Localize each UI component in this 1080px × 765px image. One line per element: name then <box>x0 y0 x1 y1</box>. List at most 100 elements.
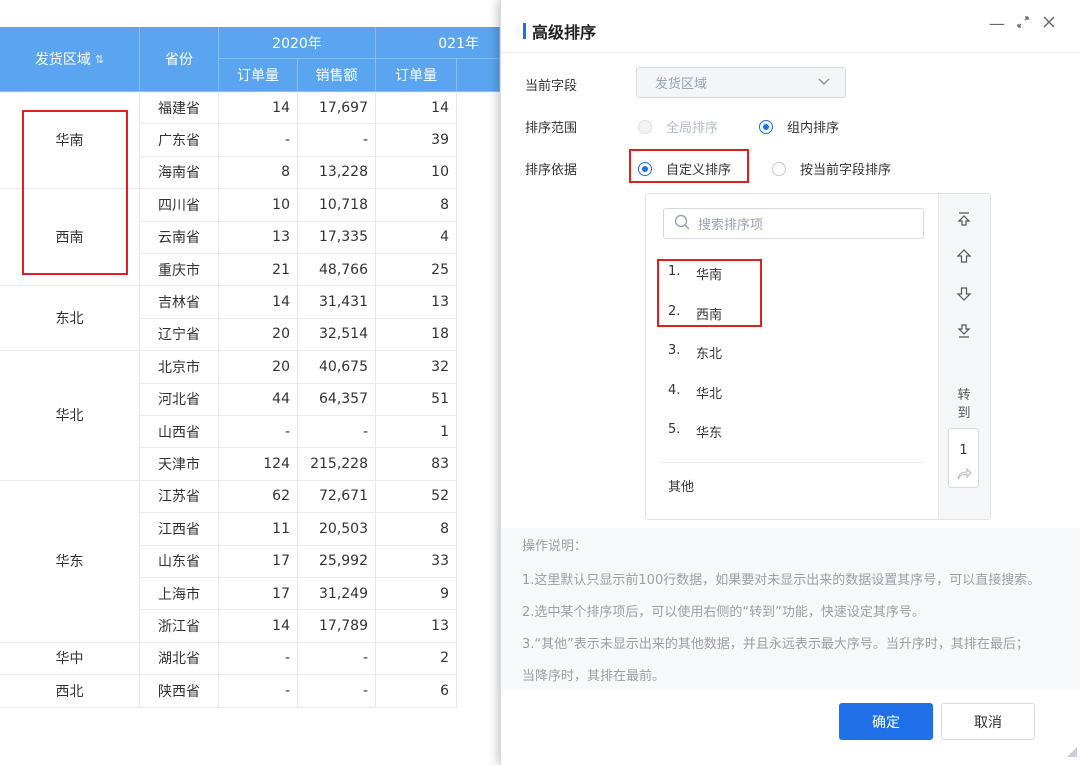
cell-orders: 21 <box>219 254 298 287</box>
cell-region: 华中 <box>0 642 140 676</box>
cell-province: 天津市 <box>140 448 219 481</box>
cell-orders: 13 <box>219 221 298 254</box>
move-bottom-icon[interactable] <box>953 320 975 342</box>
cell-sales: 31,249 <box>298 578 376 611</box>
cell-orders: 17 <box>219 545 298 578</box>
cell-orders-2021: 52 <box>376 480 457 514</box>
help-line-3: 3.“其他”表示未显示出来的其他数据，并且永远表示最大序号。当升序时，其排在最后… <box>522 637 1029 652</box>
radio-group-sort[interactable]: 组内排序 <box>759 117 839 136</box>
header-year-2020[interactable]: 2020年 <box>219 27 376 59</box>
goto-input[interactable]: 1 <box>948 428 979 488</box>
cell-sales: 48,766 <box>298 254 376 287</box>
cell-province: 江苏省 <box>140 480 219 514</box>
radio-global-label: 全局排序 <box>666 121 719 136</box>
sort-item[interactable]: 5. 华东 <box>668 422 722 441</box>
cell-orders: 14 <box>219 92 298 125</box>
header-orders-2021[interactable]: 订单量 <box>376 59 457 92</box>
goto-arrow-icon[interactable] <box>956 467 972 485</box>
sort-item[interactable]: 3. 东北 <box>668 343 722 362</box>
help-line-4: 当降序时，其排在最前。 <box>522 669 666 684</box>
help-line-1: 1.这里默认只显示前100行数据，如果要对未显示出来的数据设置其序号，可以直接搜… <box>522 573 1041 588</box>
move-up-icon[interactable] <box>953 245 975 267</box>
header-orders[interactable]: 订单量 <box>219 59 298 92</box>
cell-region: 西北 <box>0 675 140 708</box>
cell-orders: 17 <box>219 578 298 611</box>
cell-sales: 10,718 <box>298 189 376 222</box>
cancel-button[interactable]: 取消 <box>941 703 1035 740</box>
maximize-icon[interactable] <box>1015 14 1031 33</box>
cell-orders: 11 <box>219 513 298 546</box>
cell-orders-2021: 1 <box>376 416 457 449</box>
cell-province: 山西省 <box>140 416 219 449</box>
cell-orders: 62 <box>219 480 298 514</box>
cell-sales: 31,431 <box>298 286 376 319</box>
help-title: 操作说明： <box>522 539 588 554</box>
radio-checked-icon <box>759 119 773 134</box>
cell-province: 广东省 <box>140 124 219 157</box>
highlight-region-box <box>22 110 128 275</box>
cell-orders: 44 <box>219 383 298 416</box>
dialog-title-text: 高级排序 <box>532 23 597 42</box>
sort-items-panel: 搜索排序项 1. 华南 2. 西南 3. 东北 4. 华北 5. 华东 其他 转到 1 <box>645 193 991 520</box>
minimize-icon[interactable]: — <box>989 14 1005 33</box>
cell-province: 浙江省 <box>140 610 219 643</box>
basis-label: 排序依据 <box>525 163 578 178</box>
cell-orders-2021: 10 <box>376 156 457 190</box>
sort-item-label: 华北 <box>696 386 723 402</box>
sort-item-index: 5. <box>668 422 681 437</box>
cell-orders: 8 <box>219 156 298 190</box>
radio-global-sort[interactable]: 全局排序 <box>638 117 718 136</box>
search-input[interactable]: 搜索排序项 <box>663 208 924 239</box>
cell-province: 山东省 <box>140 545 219 578</box>
header-sales[interactable]: 销售额 <box>298 59 376 92</box>
radio-field-sort[interactable]: 按当前字段排序 <box>772 159 891 178</box>
dialog-title: 高级排序 <box>523 19 596 43</box>
cell-sales: 32,514 <box>298 318 376 352</box>
current-field-value: 发货区域 <box>655 77 708 92</box>
table-top-strip <box>0 0 500 27</box>
cell-orders-2021: 13 <box>376 286 457 319</box>
sort-item-other[interactable]: 其他 <box>668 476 694 495</box>
help-line-2: 2.选中某个排序项后，可以使用右侧的“转到”功能，快速设定其序号。 <box>522 605 925 620</box>
cell-orders-2021: 51 <box>376 383 457 416</box>
radio-icon <box>638 119 652 134</box>
resize-handle-icon[interactable] <box>1067 745 1077 761</box>
cell-province: 上海市 <box>140 578 219 611</box>
pivot-table: 发货区域 ⇅ 省份 2020年 021年 订单量 销售额 订单量 福建省 14 17… <box>0 0 500 765</box>
cell-sales: 17,335 <box>298 221 376 254</box>
cell-sales: 64,357 <box>298 383 376 416</box>
move-down-icon[interactable] <box>953 283 975 305</box>
cell-sales: 25,992 <box>298 545 376 578</box>
cell-orders-2021: 6 <box>376 675 457 708</box>
cell-province: 湖北省 <box>140 642 219 676</box>
highlight-items-box <box>657 259 762 327</box>
cell-orders-2021: 18 <box>376 318 457 352</box>
cell-orders-2021: 13 <box>376 610 457 643</box>
cell-province: 重庆市 <box>140 254 219 287</box>
cell-orders: 20 <box>219 351 298 384</box>
advanced-sort-dialog: 高级排序 — 当前字段 发货区域 排序范围 全局排序 组内排序 排序依据 自定义… <box>500 0 1080 765</box>
sort-icon[interactable]: ⇅ <box>95 53 104 66</box>
close-icon[interactable] <box>1041 14 1057 33</box>
cell-orders: - <box>219 124 298 157</box>
goto-value: 1 <box>959 443 968 458</box>
header-region-label: 发货区域 <box>34 52 91 68</box>
sort-item[interactable]: 4. 华北 <box>668 383 722 402</box>
header-region[interactable]: 发货区域 ⇅ <box>0 27 140 92</box>
current-field-select[interactable]: 发货区域 <box>636 67 846 98</box>
cell-orders: - <box>219 675 298 708</box>
highlight-custom-box <box>629 149 749 183</box>
confirm-button[interactable]: 确定 <box>839 703 933 740</box>
header-province[interactable]: 省份 <box>140 27 219 92</box>
cell-orders: 20 <box>219 318 298 352</box>
cell-sales: - <box>298 675 376 708</box>
cell-orders-2021: 25 <box>376 254 457 287</box>
list-divider <box>660 462 924 463</box>
cell-orders-2021: 9 <box>376 578 457 611</box>
cell-orders-2021: 4 <box>376 221 457 254</box>
header-year-2021[interactable]: 021年 <box>376 27 500 59</box>
move-top-icon[interactable] <box>953 208 975 230</box>
cell-province: 云南省 <box>140 221 219 254</box>
cell-region: 东北 <box>0 286 140 352</box>
cell-sales: 215,228 <box>298 448 376 481</box>
